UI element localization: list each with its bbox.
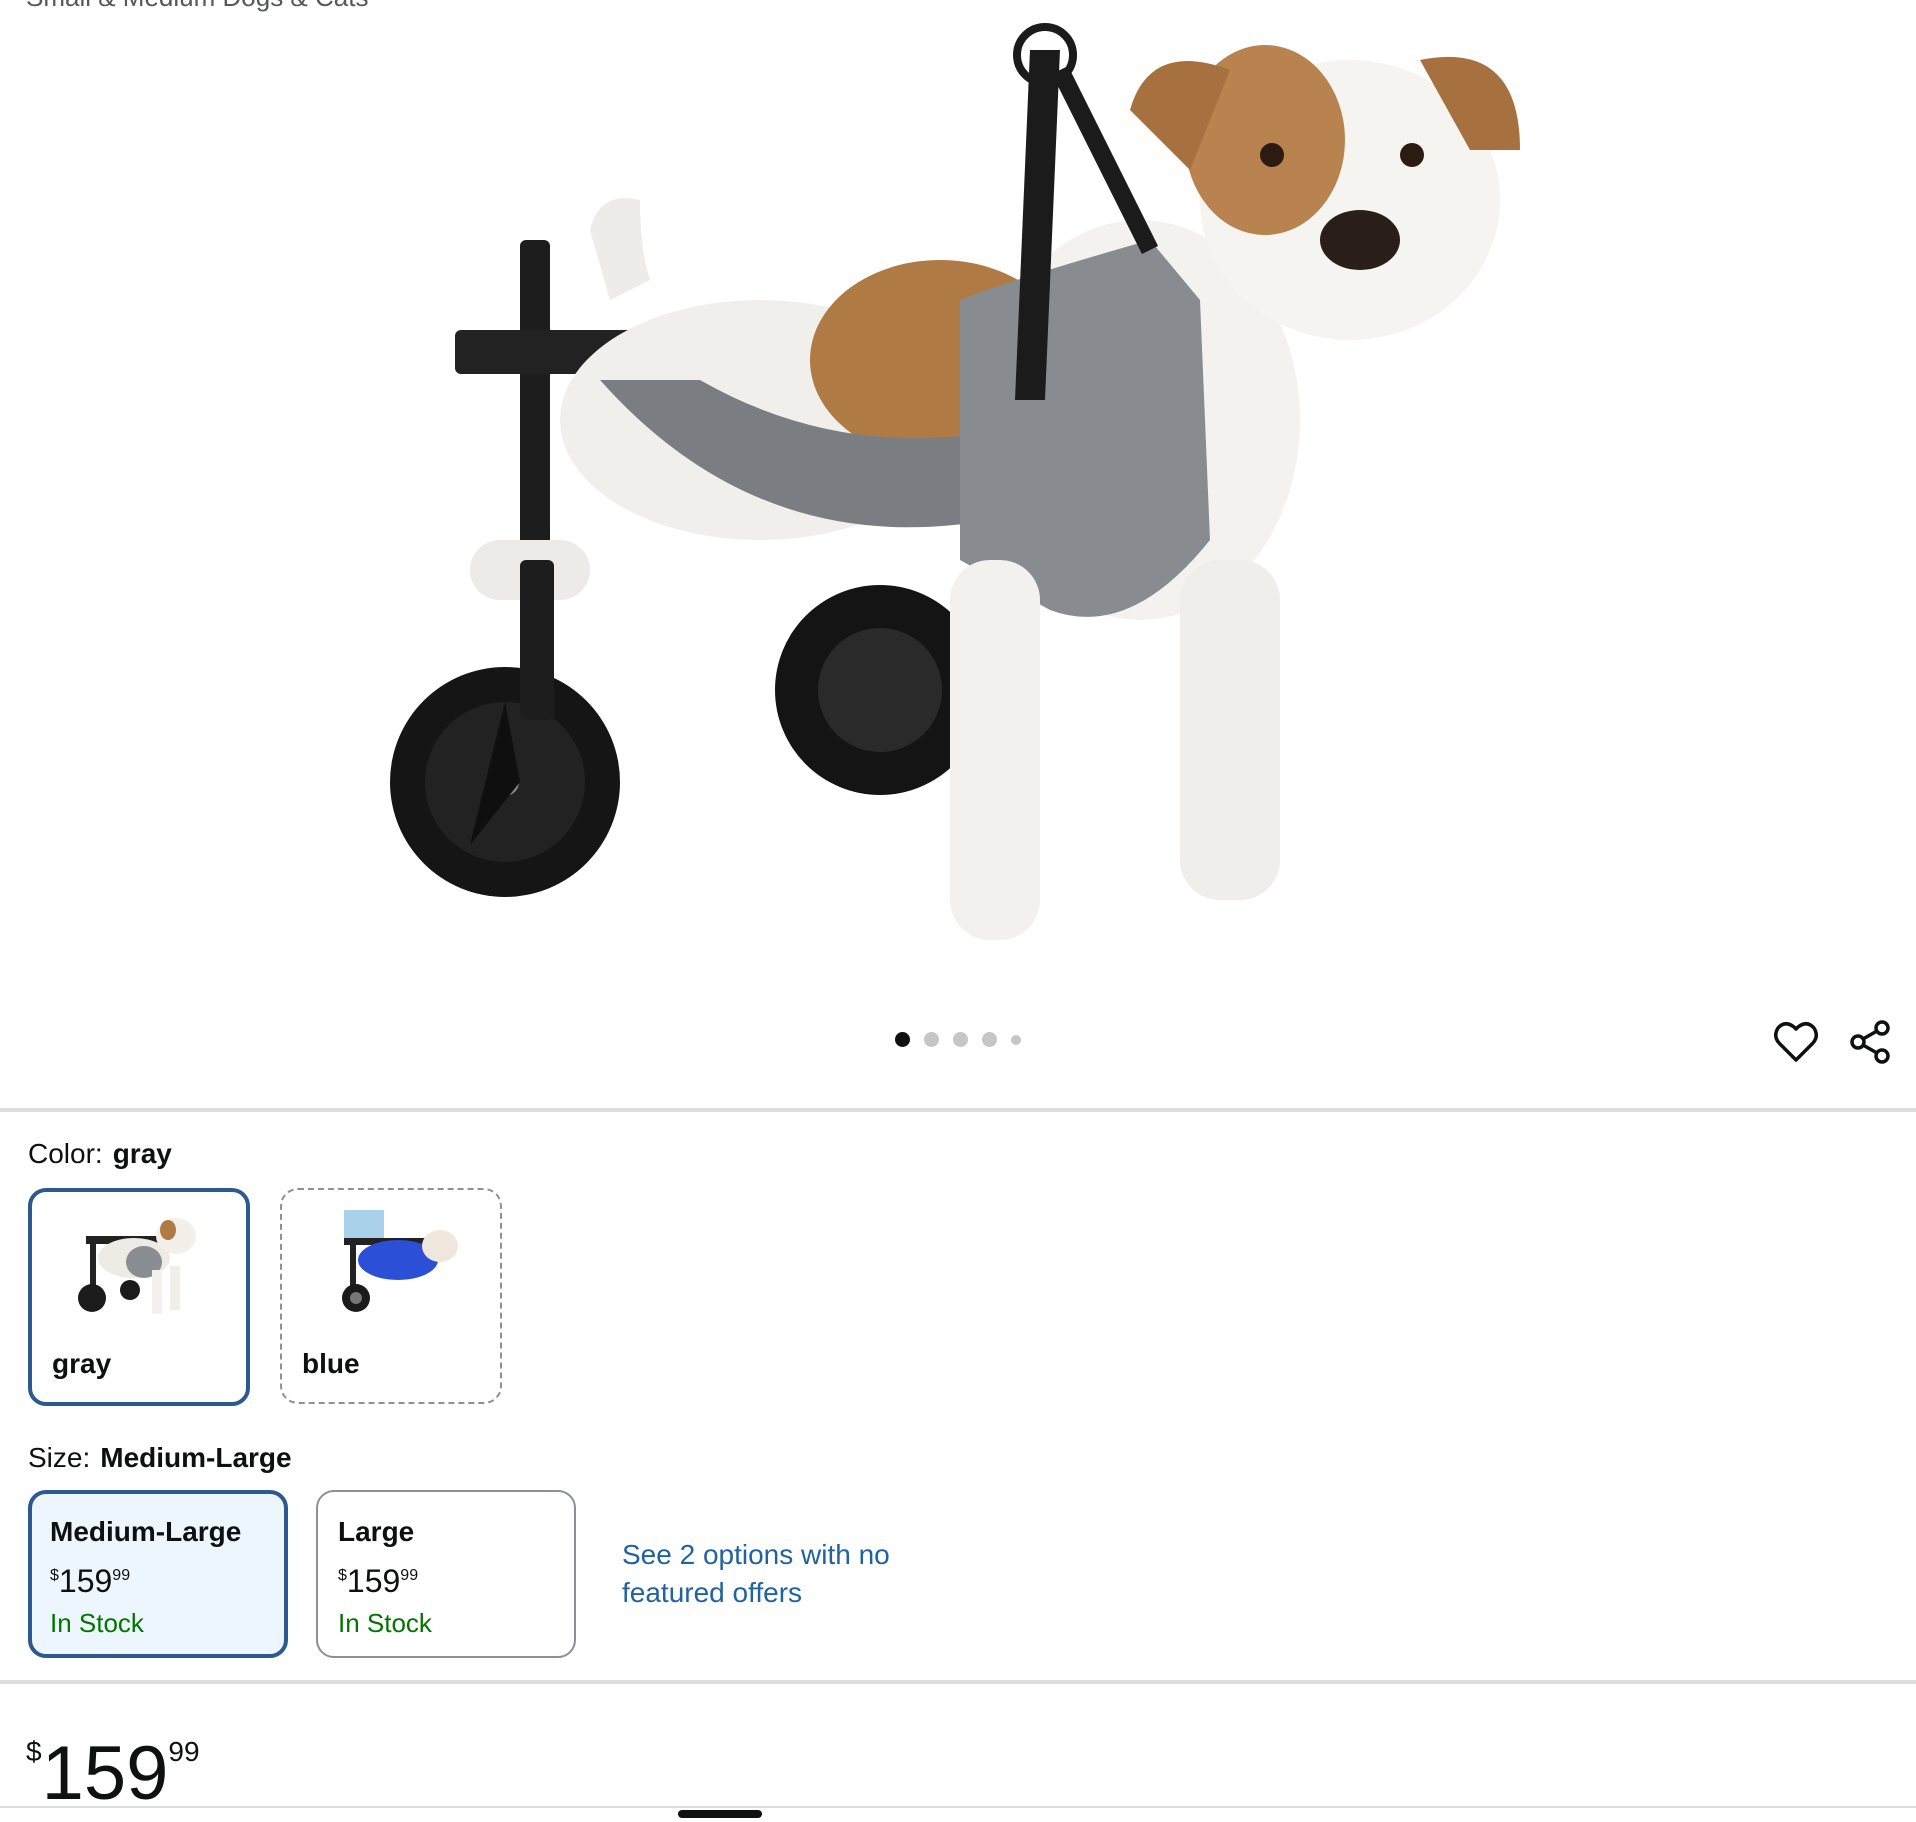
size-option-name: Medium-Large [50,1516,242,1547]
size-option-price: $15999 [50,1563,131,1599]
color-option-name: gray [52,1348,112,1379]
size-option-large[interactable]: Large $15999 In Stock [316,1490,576,1658]
color-swatch-gray[interactable]: gray [28,1188,250,1406]
color-option-name: blue [302,1348,360,1379]
gallery-dot-2[interactable] [924,1032,939,1047]
color-label-row: Color: gray [28,1138,172,1170]
size-option-stock: In Stock [50,1608,144,1638]
color-label: Color: [28,1138,103,1169]
gallery-dot-1[interactable] [895,1032,910,1047]
color-selected-value: gray [112,1138,172,1169]
product-page: Small & Medium Dogs & Cats [0,0,1916,1822]
size-option-medium-large[interactable]: Medium-Large $15999 In Stock [28,1490,288,1658]
gray-swatch-thumbnail [78,1218,196,1314]
gallery-pagination[interactable] [0,1032,1916,1047]
heart-icon[interactable] [1772,1018,1820,1066]
gallery-dot-4[interactable] [982,1032,997,1047]
section-divider [0,1680,1916,1684]
see-more-options-link[interactable]: See 2 options with no featured offers [622,1536,922,1612]
color-swatch-blue[interactable]: blue [280,1188,502,1404]
size-label: Size: [28,1442,91,1473]
bottom-divider [0,1806,1916,1808]
size-option-name: Large [338,1516,415,1547]
size-option-price: $15999 [338,1563,419,1599]
size-selected-value: Medium-Large [100,1442,292,1473]
gallery-dot-3[interactable] [953,1032,968,1047]
size-option-stock: In Stock [338,1608,432,1638]
blue-swatch-thumbnail [342,1210,458,1312]
gallery-dot-5[interactable] [1011,1034,1021,1045]
size-label-row: Size: Medium-Large [28,1442,292,1474]
share-icon[interactable] [1846,1018,1894,1066]
home-indicator [678,1810,762,1818]
section-divider [0,1108,1916,1112]
product-image-gallery[interactable] [0,0,1916,1108]
buybox-price: $15999 [26,1731,200,1816]
product-photo [390,23,1520,940]
